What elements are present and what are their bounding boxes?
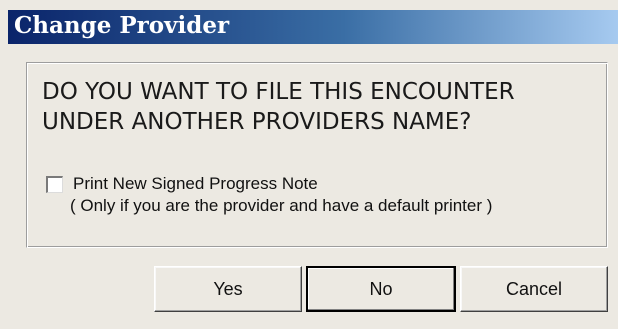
dialog-title: Change Provider: [14, 12, 230, 39]
printer-note-text: ( Only if you are the provider and have …: [70, 196, 493, 215]
question-text: DO YOU WANT TO FILE THIS ENCOUNTER UNDER…: [42, 79, 515, 135]
yes-button[interactable]: Yes: [154, 266, 302, 312]
cancel-button[interactable]: Cancel: [460, 266, 608, 312]
no-button[interactable]: No: [306, 266, 456, 312]
change-provider-dialog: Change Provider DO YOU WANT TO FILE THIS…: [0, 0, 618, 329]
question-group-box: DO YOU WANT TO FILE THIS ENCOUNTER UNDER…: [26, 62, 608, 248]
title-bar[interactable]: Change Provider: [8, 10, 618, 44]
print-progress-note-label[interactable]: Print New Signed Progress Note: [73, 173, 318, 195]
print-progress-note-checkbox[interactable]: [46, 176, 63, 193]
